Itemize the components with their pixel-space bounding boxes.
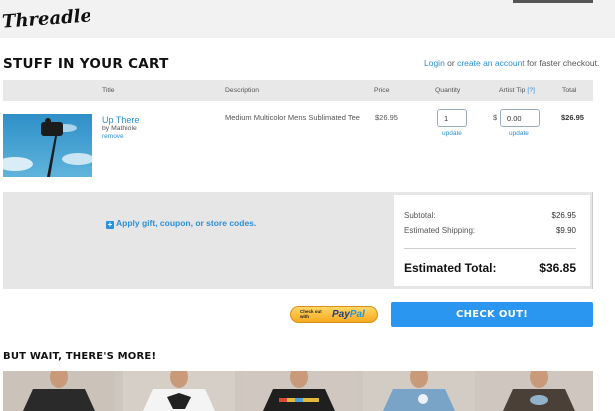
estimated-total-label: Estimated Total: (404, 261, 497, 275)
tip-update-link[interactable]: update (509, 130, 529, 137)
plus-icon: + (106, 220, 114, 229)
artist-tip-input[interactable]: 0.00 (500, 109, 540, 127)
top-nav-edge (513, 0, 593, 3)
col-description: Description (225, 87, 259, 94)
summary-divider (404, 248, 576, 249)
promo-panel: + Apply gift, coupon, or store codes. (3, 192, 393, 289)
apply-codes-label: Apply gift, coupon, or store codes. (116, 218, 257, 228)
paypal-logo: PayPal (332, 309, 365, 320)
login-link[interactable]: Login (424, 58, 445, 68)
col-artist-tip-label: Artist Tip (499, 87, 526, 94)
estimated-total-value: $36.85 (539, 261, 576, 275)
order-summary: Subtotal: $26.95 Estimated Shipping: $9.… (391, 192, 593, 289)
login-or: or (444, 58, 458, 68)
recommended-shirt-5[interactable] (483, 371, 593, 411)
recommended-shirt-2[interactable] (123, 371, 235, 411)
remove-link[interactable]: remove (102, 133, 124, 140)
product-thumbnail[interactable] (0, 114, 94, 177)
login-suffix: for faster checkout. (524, 58, 600, 68)
col-quantity: Quantity (435, 87, 461, 94)
col-artist-tip: Artist Tip [?] (499, 87, 535, 94)
recommended-shirt-3[interactable] (243, 371, 355, 411)
paypal-caption: Check out with (300, 309, 322, 319)
subtotal-label: Subtotal: (404, 211, 436, 220)
cart-item-row: Up There by Mathiole remove Medium Multi… (0, 101, 593, 185)
right-divider (592, 192, 593, 289)
create-account-link[interactable]: create an account (457, 58, 525, 68)
shipping-value: $9.90 (555, 226, 576, 235)
recommended-shirt-4[interactable] (363, 371, 475, 411)
artist-tip-help-link[interactable]: [?] (527, 87, 535, 94)
quantity-update-link[interactable]: update (442, 130, 462, 137)
threadless-logo[interactable]: Threadless (0, 4, 112, 38)
item-total: $26.95 (561, 113, 584, 122)
quantity-input[interactable]: 1 (437, 109, 467, 127)
item-price: $26.95 (375, 113, 398, 122)
shipping-label: Estimated Shipping: (404, 226, 476, 235)
subtotal-value: $26.95 (551, 211, 576, 220)
top-bar (0, 0, 615, 38)
paypal-caption-line2: with (300, 314, 309, 319)
item-title-link[interactable]: Up There (102, 115, 139, 125)
login-prompt: Login or create an account for faster ch… (424, 58, 599, 68)
apply-codes-link[interactable]: + Apply gift, coupon, or store codes. (106, 218, 256, 229)
item-artist: by Mathiole (102, 125, 137, 132)
recommended-shirt-1[interactable] (3, 371, 115, 411)
checkout-button[interactable]: CHECK OUT! (391, 302, 593, 327)
recommendations-strip (3, 371, 593, 411)
col-price: Price (374, 87, 390, 94)
paypal-logo-pay: Pay (332, 309, 350, 320)
page-title: STUFF IN YOUR CART (3, 56, 169, 72)
col-total: Total (562, 87, 577, 94)
cart-table-header: Title Description Price Quantity Artist … (3, 80, 593, 101)
paypal-logo-pal: Pal (349, 309, 365, 320)
more-section-title: BUT WAIT, THERE'S MORE! (3, 351, 157, 362)
item-description: Medium Multicolor Mens Sublimated Tee (225, 113, 360, 122)
tip-currency: $ (493, 113, 498, 122)
paypal-checkout-button[interactable]: Check out with PayPal (290, 306, 378, 323)
svg-text:Threadless: Threadless (1, 5, 90, 33)
col-title: Title (102, 87, 115, 94)
